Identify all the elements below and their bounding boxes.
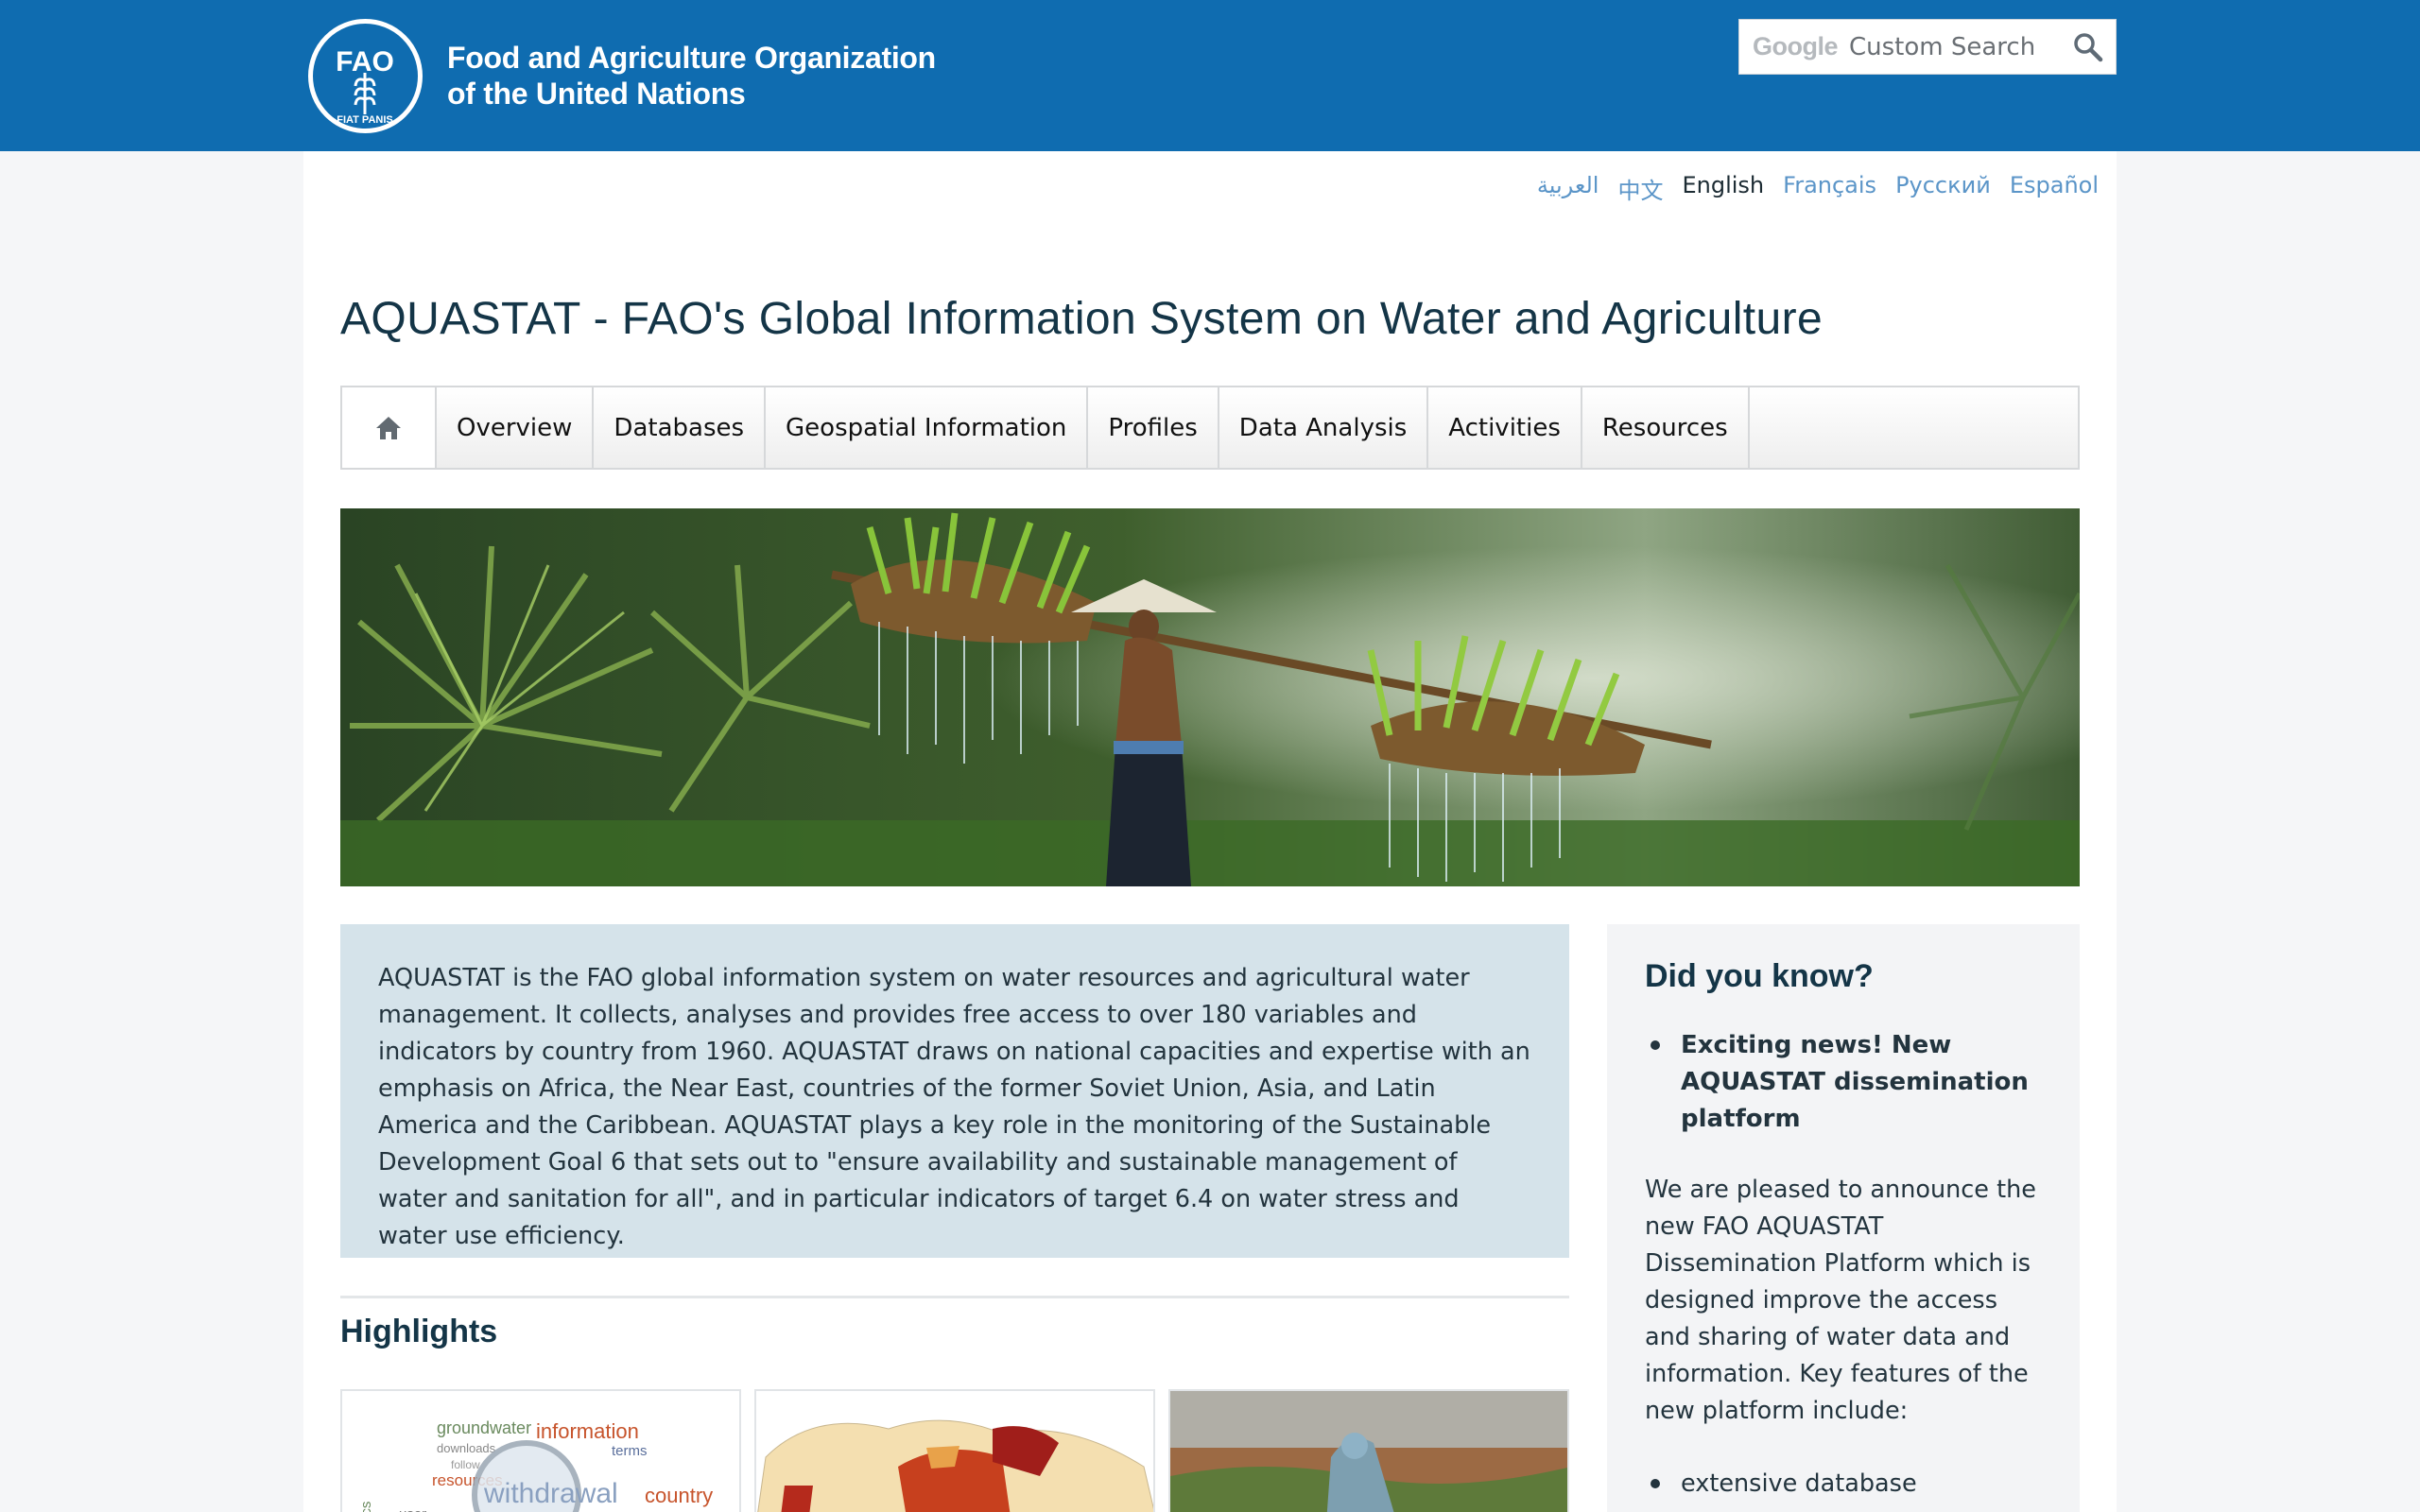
did-you-know-title: Did you know?: [1645, 958, 1874, 994]
logo-motto: FIAT PANIS: [337, 114, 392, 126]
lang-spanish[interactable]: Español: [2010, 172, 2099, 205]
nav-data-analysis[interactable]: Data Analysis: [1219, 387, 1429, 468]
nav-overview[interactable]: Overview: [437, 387, 595, 468]
word-user: user: [399, 1506, 426, 1512]
lang-chinese[interactable]: 中文: [1617, 172, 1663, 205]
hero-banner-image: [340, 508, 2080, 886]
nav-databases[interactable]: Databases: [594, 387, 767, 468]
word-groundwater: groundwater: [437, 1418, 531, 1437]
nav-activities[interactable]: Activities: [1428, 387, 1582, 468]
word-downloads: downloads: [437, 1441, 496, 1455]
divider: [340, 1296, 1569, 1298]
org-name: Food and Agriculture Organization of the…: [447, 40, 936, 112]
nav-home[interactable]: [342, 387, 437, 468]
word-withdrawal: withdrawal: [483, 1478, 618, 1509]
page-title: AQUASTAT - FAO's Global Information Syst…: [340, 294, 1824, 344]
news-item-link[interactable]: Exciting news! New AQUASTAT disseminatio…: [1645, 1027, 2042, 1138]
main-nav: Overview Databases Geospatial Informatio…: [340, 386, 2080, 470]
lang-french[interactable]: Français: [1783, 172, 1876, 205]
lang-english[interactable]: English: [1682, 172, 1764, 205]
feature-item: extensive database: [1645, 1466, 2042, 1503]
search-box: Google: [1738, 19, 2117, 75]
search-input[interactable]: [1849, 32, 2066, 61]
site-header: FAO FIAT PANIS Food and Agriculture Orga…: [0, 0, 2420, 151]
language-switcher: العربية 中文 English Français Русский Espa…: [1518, 172, 2099, 205]
did-you-know-panel: Did you know? Exciting news! New AQUASTA…: [1607, 924, 2080, 1512]
lang-russian[interactable]: Русский: [1895, 172, 1991, 205]
highlight-card-field-photo[interactable]: [1168, 1389, 1569, 1512]
main-content: العربية 中文 English Français Русский Espa…: [303, 151, 2117, 1512]
highlight-card-word-cloud[interactable]: groundwater information downloads terms …: [340, 1389, 741, 1512]
word-terms: terms: [612, 1443, 648, 1459]
word-follow: follow: [451, 1458, 480, 1471]
fao-emblem-icon: FAO FIAT PANIS: [308, 18, 423, 133]
nav-resources[interactable]: Resources: [1582, 387, 1750, 468]
highlight-card-world-map[interactable]: [754, 1389, 1155, 1512]
fao-logo-link[interactable]: FAO FIAT PANIS Food and Agriculture Orga…: [308, 18, 936, 133]
word-information: information: [536, 1419, 639, 1443]
home-icon: [376, 416, 401, 439]
lang-arabic[interactable]: العربية: [1537, 172, 1599, 205]
word-country: country: [645, 1484, 713, 1507]
nav-profiles[interactable]: Profiles: [1088, 387, 1219, 468]
org-name-line2: of the United Nations: [447, 77, 746, 111]
nav-geospatial-information[interactable]: Geospatial Information: [766, 387, 1089, 468]
announcement-paragraph: We are pleased to announce the new FAO A…: [1645, 1176, 2036, 1425]
search-icon[interactable]: [2072, 31, 2104, 63]
intro-text: AQUASTAT is the FAO global information s…: [340, 924, 1569, 1258]
google-brand-label: Google: [1753, 32, 1839, 60]
org-name-line1: Food and Agriculture Organization: [447, 41, 936, 75]
highlights-title: Highlights: [340, 1314, 498, 1349]
word-ics: ics: [358, 1502, 374, 1512]
